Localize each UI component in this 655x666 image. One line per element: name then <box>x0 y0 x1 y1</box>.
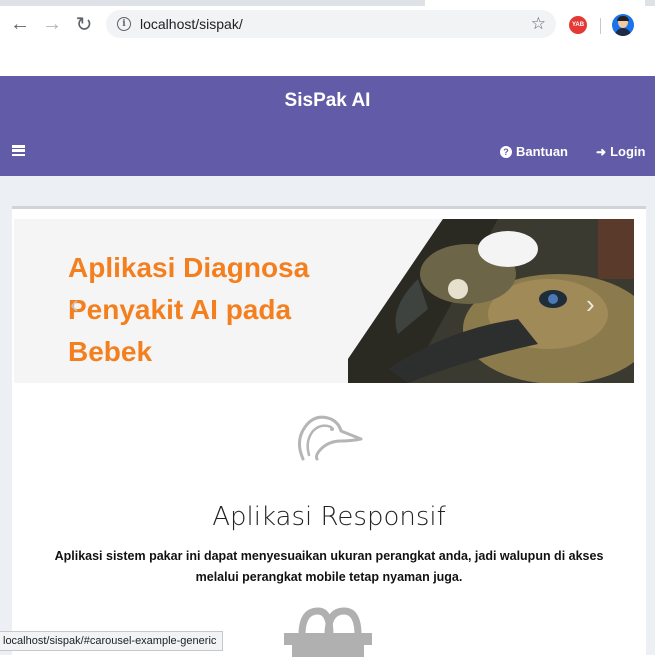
toolbar-divider <box>600 18 601 34</box>
app-title[interactable]: SisPak AI <box>0 90 655 112</box>
feature-title: Aplikasi Responsif <box>212 502 446 532</box>
browser-status-url: localhost/sispak/#carousel-example-gener… <box>0 631 224 651</box>
login-label: Login <box>610 144 646 159</box>
feature-description-line: melalui perangkat mobile tetap nyaman ju… <box>195 570 463 584</box>
reload-icon[interactable]: ↻ <box>68 8 100 40</box>
carousel[interactable]: Aplikasi Diagnosa Penyakit AI pada Bebek… <box>14 219 634 383</box>
feature-description-line: Aplikasi sistem pakar ini dapat menyesua… <box>54 549 604 563</box>
bookmark-star-icon[interactable]: ☆ <box>531 14 546 34</box>
browser-toolbar: ← → ↻ i localhost/sispak/ ☆ YAB <box>0 6 655 42</box>
back-arrow-icon[interactable]: ← <box>4 8 36 40</box>
menu-icon[interactable] <box>12 145 25 156</box>
app-header: SisPak AI ? Bantuan ➜ Login <box>0 76 655 176</box>
profile-avatar[interactable] <box>612 14 634 36</box>
page-top-spacer <box>0 42 655 76</box>
main-content: Aplikasi Diagnosa Penyakit AI pada Bebek… <box>0 176 655 666</box>
content-card: Aplikasi Diagnosa Penyakit AI pada Bebek… <box>12 206 646 666</box>
help-label: Bantuan <box>516 144 568 159</box>
chevron-left-icon[interactable]: ‹ <box>70 289 79 320</box>
banner-line: Bebek <box>68 336 153 367</box>
feature-description: Aplikasi sistem pakar ini dapat menyesua… <box>32 546 626 588</box>
address-url[interactable]: localhost/sispak/ <box>140 16 243 32</box>
banner-text: Aplikasi Diagnosa Penyakit AI pada Bebek <box>68 247 309 373</box>
info-icon[interactable]: i <box>117 17 131 31</box>
forward-arrow-icon[interactable]: → <box>36 8 68 40</box>
banner-line: Penyakit AI pada <box>68 294 292 325</box>
login-link[interactable]: ➜ Login <box>596 144 645 159</box>
question-circle-icon: ? <box>500 145 512 158</box>
banner-line: Aplikasi Diagnosa <box>68 252 310 283</box>
address-bar[interactable]: i localhost/sispak/ ☆ <box>106 10 556 38</box>
basket-icon <box>284 607 372 657</box>
duck-icon <box>298 415 363 461</box>
yab-extension-icon[interactable]: YAB <box>569 16 587 34</box>
sign-in-icon: ➜ <box>596 144 607 159</box>
help-link[interactable]: ? Bantuan <box>500 144 568 159</box>
chevron-right-icon[interactable]: › <box>586 289 595 320</box>
